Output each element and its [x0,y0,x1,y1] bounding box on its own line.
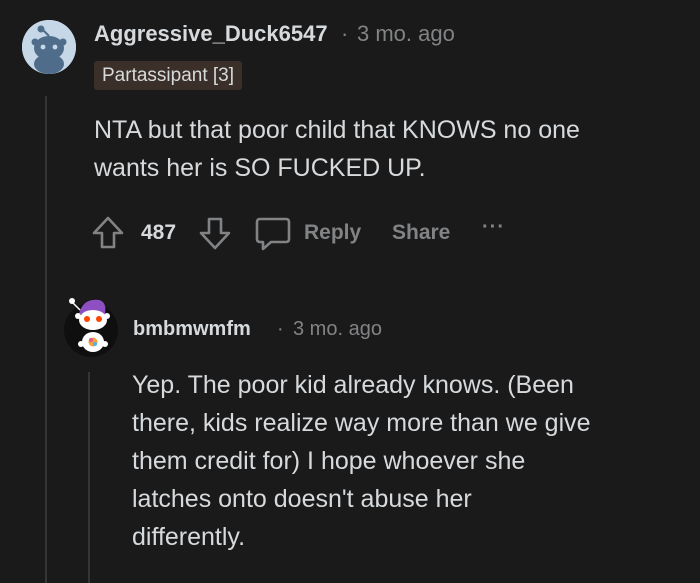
vote-count: 487 [141,211,176,255]
upvote-button[interactable] [88,211,128,255]
reply-body-line: there, kids realize way more than we giv… [132,409,591,437]
comment-body: NTA but that poor child that KNOWS no on… [94,111,694,187]
comment-action-bar: 487 Reply Share ··· [88,211,528,255]
reply-body-line: them credit for) I hope whoever she [132,447,526,475]
reply-body-line: Yep. The poor kid already knows. (Been [132,371,574,399]
reply-timestamp[interactable]: 3 mo. ago [293,318,382,341]
reply-label: Reply [304,221,362,244]
comment-body-line: NTA but that poor child that KNOWS no on… [94,116,580,144]
downvote-button[interactable] [195,211,235,255]
share-button[interactable]: Share [392,211,450,255]
reply-body-line: differently. [132,523,246,551]
reply-user-avatar[interactable] [63,292,119,358]
downvote-arrow-icon [199,217,231,250]
meta-separator: · [341,21,349,46]
comment-body-line: wants her is SO FUCKED UP. [94,154,426,182]
more-options-icon: ··· [482,215,505,238]
reply-username[interactable]: bmbmwmfm [133,318,251,341]
reply-meta-separator: · [277,318,284,340]
reply-button[interactable]: Reply [254,211,361,255]
reply-body: Yep. The poor kid already knows. (Been t… [132,366,692,556]
upvote-arrow-icon [92,216,124,249]
reply-body-line: latches onto doesn't abuse her [132,485,472,513]
thread-line[interactable] [45,96,47,583]
user-avatar[interactable] [22,20,76,74]
snoo-avatar-icon [22,20,76,74]
vote-count-label: 487 [141,221,177,244]
snoo-avatar-icon [64,298,118,357]
more-options-button[interactable]: ··· [482,211,505,255]
user-flair: Partassipant [3] [94,61,243,90]
comment-username[interactable]: Aggressive_Duck6547 [94,21,328,47]
comment-timestamp[interactable]: 3 mo. ago [357,21,455,47]
comment-bubble-icon [255,217,291,251]
share-label: Share [392,221,451,244]
reply-thread-line[interactable] [88,372,90,583]
